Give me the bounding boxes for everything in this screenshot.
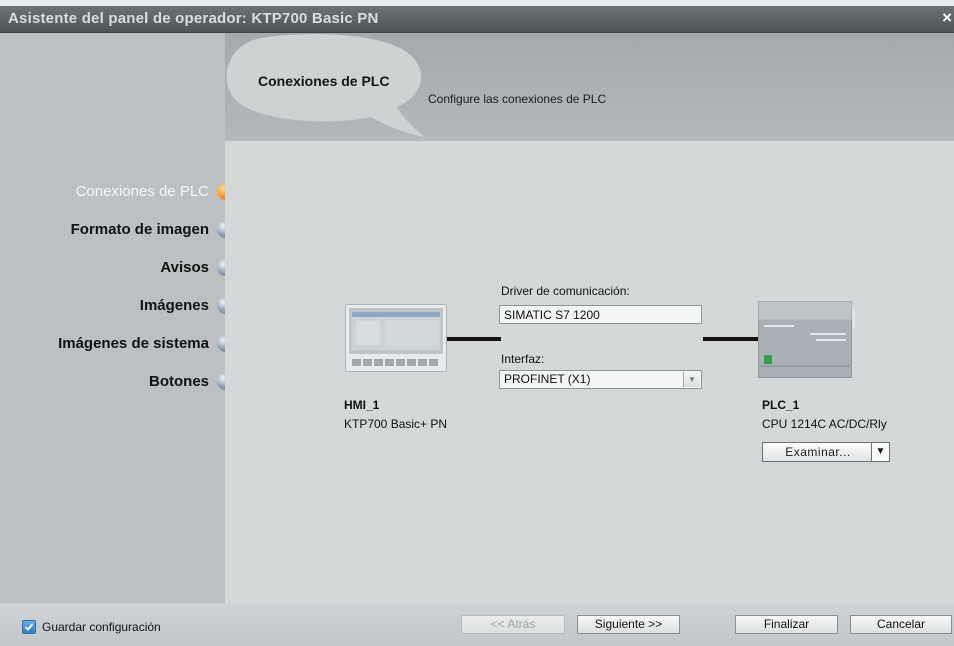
interface-select[interactable]: PROFINET (X1) ▼ xyxy=(499,370,702,389)
wizard-content: Driver de comunicación: SIMATIC S7 1200 … xyxy=(225,141,954,603)
step-label: Avisos xyxy=(160,258,209,276)
step-imagenes-de-sistema[interactable]: Imágenes de sistema xyxy=(58,332,234,354)
wizard-header: Conexiones de PLC Configure las conexion… xyxy=(225,33,954,141)
connection-cable xyxy=(703,337,759,341)
hmi-model: KTP700 Basic+ PN xyxy=(344,417,448,431)
plc-model: CPU 1214C AC/DC/Rly xyxy=(762,417,887,431)
connection-cable xyxy=(443,337,501,341)
plc-device-icon xyxy=(758,301,855,378)
step-conexiones-de-plc[interactable]: Conexiones de PLC xyxy=(75,180,234,202)
step-formato-de-imagen[interactable]: Formato de imagen xyxy=(70,218,234,240)
footer-bar: Guardar configuración << Atrás Siguiente… xyxy=(0,603,954,646)
hmi-name: HMI_1 xyxy=(344,398,380,412)
driver-label: Driver de comunicación: xyxy=(501,284,630,298)
driver-field[interactable]: SIMATIC S7 1200 xyxy=(499,305,702,324)
page-subtitle: Configure las conexiones de PLC xyxy=(428,92,607,106)
step-botones[interactable]: Botones xyxy=(149,370,234,392)
wizard-steps-pane: Conexiones de PLC Formato de imagen Avis… xyxy=(0,33,234,603)
step-label: Formato de imagen xyxy=(70,220,209,238)
step-imagenes[interactable]: Imágenes xyxy=(139,294,234,316)
page-title: Conexiones de PLC xyxy=(258,73,390,89)
save-config-checkbox[interactable] xyxy=(22,620,36,634)
plc-name: PLC_1 xyxy=(762,398,800,412)
title-bar: Asistente del panel de operador: KTP700 … xyxy=(0,6,954,33)
browse-button[interactable]: Examinar... ▼ xyxy=(762,442,890,462)
step-label: Botones xyxy=(149,372,209,390)
chevron-down-icon[interactable]: ▼ xyxy=(683,372,700,387)
cancel-button[interactable]: Cancelar xyxy=(850,615,952,634)
window-title: Asistente del panel de operador: KTP700 … xyxy=(8,10,379,27)
step-label: Imágenes de sistema xyxy=(58,334,209,352)
interface-label: Interfaz: xyxy=(501,352,545,366)
browse-button-label: Examinar... xyxy=(785,445,851,459)
step-label: Imágenes xyxy=(139,296,209,314)
next-button[interactable]: Siguiente >> xyxy=(577,615,680,634)
close-icon[interactable]: × xyxy=(942,8,952,28)
finish-button[interactable]: Finalizar xyxy=(735,615,838,634)
interface-select-value: PROFINET (X1) xyxy=(504,372,591,386)
back-button[interactable]: << Atrás xyxy=(461,615,565,634)
chevron-down-icon[interactable]: ▼ xyxy=(871,443,889,461)
check-icon xyxy=(24,623,34,631)
step-avisos[interactable]: Avisos xyxy=(160,256,234,278)
save-config-label: Guardar configuración xyxy=(42,620,161,634)
hmi-device-icon xyxy=(345,304,447,372)
step-label: Conexiones de PLC xyxy=(75,182,209,200)
